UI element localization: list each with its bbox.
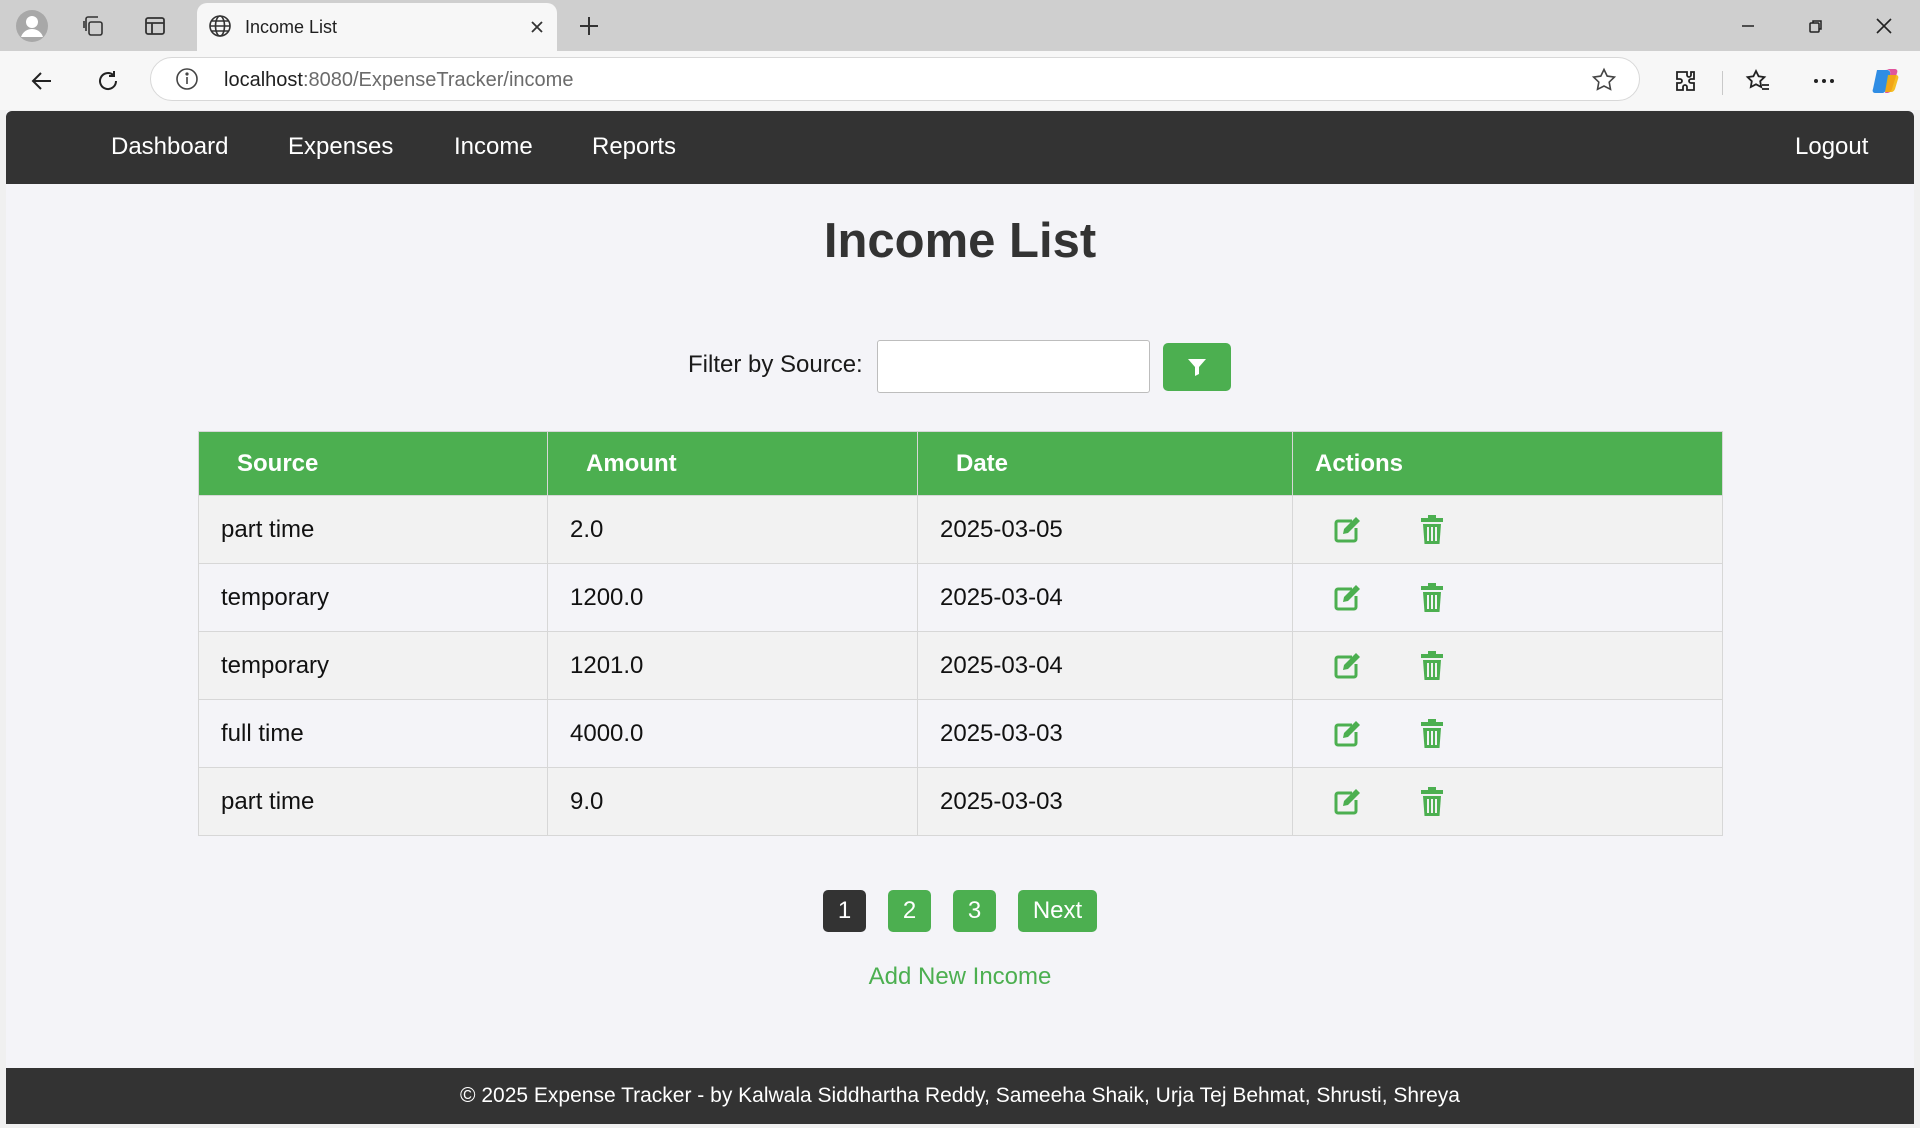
nav-income-link[interactable]: Income <box>454 133 533 161</box>
page-title: Income List <box>823 214 1097 268</box>
trash-icon[interactable] <box>1414 648 1450 684</box>
favorites-icon[interactable] <box>1738 61 1778 101</box>
nav-expenses-link[interactable]: Expenses <box>288 133 393 161</box>
filter-source-input[interactable] <box>877 340 1150 393</box>
footer: © 2025 Expense Tracker - by Kalwala Sidd… <box>6 1068 1914 1124</box>
trash-icon[interactable] <box>1414 580 1450 616</box>
edit-icon[interactable] <box>1329 512 1365 548</box>
extensions-icon[interactable] <box>1666 61 1706 101</box>
minimize-icon[interactable] <box>1726 8 1770 44</box>
cell-source: part time <box>198 767 548 836</box>
cell-actions <box>1292 767 1723 836</box>
cell-actions <box>1292 563 1723 632</box>
cell-amount: 1200.0 <box>547 563 918 632</box>
cell-date: 2025-03-03 <box>917 767 1293 836</box>
column-header-date: Date <box>917 431 1293 496</box>
table-row: temporary 1201.0 2025-03-04 <box>198 631 1723 700</box>
trash-icon[interactable] <box>1414 784 1450 820</box>
cell-source: part time <box>198 495 548 564</box>
cell-actions <box>1292 495 1723 564</box>
close-window-icon[interactable] <box>1862 8 1906 44</box>
column-header-amount: Amount <box>547 431 918 496</box>
edit-icon[interactable] <box>1329 580 1365 616</box>
edit-icon[interactable] <box>1329 784 1365 820</box>
cell-date: 2025-03-04 <box>917 563 1293 632</box>
filter-label: Filter by Source: <box>688 351 863 378</box>
cell-amount: 9.0 <box>547 767 918 836</box>
tab-title: Income List <box>245 17 338 37</box>
pagination: 1 2 3 Next <box>6 890 1914 932</box>
site-navbar: Dashboard Expenses Income Reports Logout <box>6 111 1914 184</box>
browser-toolbar: localhost:8080/ExpenseTracker/income <box>0 51 1920 110</box>
profile-icon[interactable] <box>14 8 50 44</box>
filter-icon <box>1186 356 1208 378</box>
url-text: localhost:8080/ExpenseTracker/income <box>224 69 574 91</box>
trash-icon[interactable] <box>1414 716 1450 752</box>
page-3-button[interactable]: 3 <box>953 890 996 932</box>
reload-icon[interactable] <box>88 61 128 101</box>
trash-icon[interactable] <box>1414 512 1450 548</box>
nav-reports-link[interactable]: Reports <box>592 133 676 161</box>
table-header-row: Source Amount Date Actions <box>198 431 1723 496</box>
copilot-icon[interactable] <box>1866 61 1906 101</box>
favorite-star-icon[interactable] <box>1591 67 1617 98</box>
restore-icon[interactable] <box>1794 8 1838 44</box>
column-header-actions: Actions <box>1292 431 1723 496</box>
cell-date: 2025-03-04 <box>917 631 1293 700</box>
cell-source: temporary <box>198 563 548 632</box>
cell-actions <box>1292 699 1723 768</box>
cell-date: 2025-03-05 <box>917 495 1293 564</box>
tab-actions-icon[interactable] <box>137 8 173 44</box>
table-row: part time 9.0 2025-03-03 <box>198 767 1723 836</box>
table-row: full time 4000.0 2025-03-03 <box>198 699 1723 768</box>
collections-icon[interactable] <box>75 8 111 44</box>
column-header-source: Source <box>198 431 548 496</box>
back-icon[interactable] <box>22 61 62 101</box>
web-page: Dashboard Expenses Income Reports Logout… <box>6 111 1914 1124</box>
edit-icon[interactable] <box>1329 648 1365 684</box>
page-1-button[interactable]: 1 <box>823 890 866 932</box>
cell-actions <box>1292 631 1723 700</box>
filter-button[interactable] <box>1163 343 1231 391</box>
add-new-income-link[interactable]: Add New Income <box>6 963 1914 991</box>
toolbar-divider <box>1722 71 1723 95</box>
table-row: temporary 1200.0 2025-03-04 <box>198 563 1723 632</box>
logout-link[interactable]: Logout <box>1795 133 1868 161</box>
cell-amount: 4000.0 <box>547 699 918 768</box>
globe-icon <box>207 13 233 44</box>
cell-source: full time <box>198 699 548 768</box>
next-page-button[interactable]: Next <box>1018 890 1097 932</box>
nav-dashboard-link[interactable]: Dashboard <box>111 133 228 161</box>
close-tab-icon[interactable] <box>525 15 549 39</box>
more-options-icon[interactable] <box>1804 61 1844 101</box>
cell-amount: 1201.0 <box>547 631 918 700</box>
new-tab-icon[interactable] <box>571 8 607 44</box>
site-info-icon[interactable] <box>175 67 199 96</box>
table-row: part time 2.0 2025-03-05 <box>198 495 1723 564</box>
cell-date: 2025-03-03 <box>917 699 1293 768</box>
footer-text: © 2025 Expense Tracker - by Kalwala Sidd… <box>460 1084 1460 1107</box>
browser-tab[interactable]: Income List <box>197 3 557 51</box>
browser-titlebar: Income List <box>0 0 1920 51</box>
cell-source: temporary <box>198 631 548 700</box>
cell-amount: 2.0 <box>547 495 918 564</box>
address-bar[interactable]: localhost:8080/ExpenseTracker/income <box>150 57 1640 101</box>
income-table: Source Amount Date Actions part time 2.0… <box>198 431 1723 836</box>
page-2-button[interactable]: 2 <box>888 890 931 932</box>
edit-icon[interactable] <box>1329 716 1365 752</box>
